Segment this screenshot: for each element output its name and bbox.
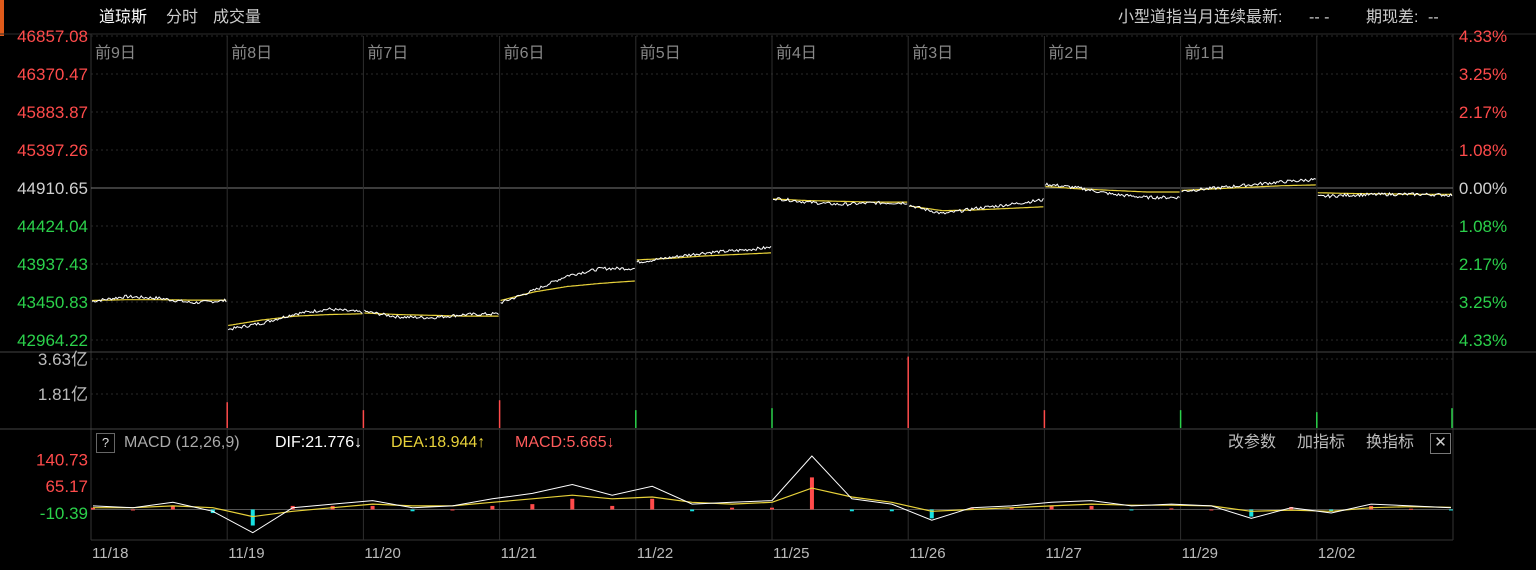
date-label: 11/25 [773, 545, 809, 562]
price-tick-label: 44910.65 [17, 179, 88, 198]
macd-histogram-bar [610, 505, 615, 510]
price-line [908, 198, 1044, 215]
percent-tick-label: 1.08% [1459, 217, 1507, 236]
macd-histogram-bar [849, 509, 854, 512]
price-line [636, 245, 772, 264]
macd-params-label: MACD (12,26,9) [124, 434, 240, 451]
date-label: 11/18 [92, 545, 128, 562]
price-tick-label: 44424.04 [17, 217, 88, 236]
macd-histogram-bar [130, 509, 135, 511]
macd-histogram-bar [690, 509, 695, 512]
switch-indicator-button[interactable]: 换指标 [1366, 432, 1414, 454]
macd-histogram-bar [410, 509, 415, 512]
macd-histogram-bar [889, 509, 894, 512]
macd-histogram-bar [530, 504, 535, 510]
macd-tick-label: 65.17 [45, 477, 88, 496]
macd-histogram-bar [1449, 509, 1453, 511]
macd-histogram-bar [450, 509, 455, 511]
date-label: 11/22 [637, 545, 673, 562]
day-label: 前1日 [1185, 44, 1226, 62]
price-line [1044, 182, 1180, 200]
date-label: 11/21 [501, 545, 537, 562]
day-label: 前8日 [231, 44, 272, 62]
macd-tick-label: -10.39 [40, 504, 88, 523]
date-label: 11/27 [1045, 545, 1081, 562]
day-label: 前4日 [776, 44, 817, 62]
percent-tick-label: 2.17% [1459, 255, 1507, 274]
date-label: 11/29 [1182, 545, 1218, 562]
average-price-line [500, 280, 635, 302]
day-label: 前5日 [640, 44, 681, 62]
price-tick-label: 45397.26 [17, 141, 88, 160]
date-label: 11/26 [909, 545, 945, 562]
percent-tick-label: 0.00% [1459, 179, 1507, 198]
close-icon[interactable]: ✕ [1430, 433, 1451, 454]
percent-tick-label: 4.33% [1459, 331, 1507, 350]
day-label: 前7日 [367, 44, 408, 62]
intraday-chart[interactable]: 46857.08 4.33% 46370.47 3.25% 45883.87 2.17% 4… [0, 0, 1536, 570]
macd-histogram-bar [370, 505, 375, 510]
date-label: 12/02 [1318, 545, 1356, 562]
day-label: 前6日 [504, 44, 545, 62]
add-indicator-button[interactable]: 加指标 [1297, 432, 1345, 454]
date-label: 11/20 [364, 545, 400, 562]
macd-dea-value: DEA:18.944↑ [391, 434, 486, 451]
macd-histogram-bar [250, 509, 255, 526]
macd-histogram-bar [490, 505, 495, 510]
macd-histogram-bar [1129, 509, 1134, 511]
price-tick-label: 43937.43 [17, 255, 88, 274]
macd-tick-label: 140.73 [36, 450, 88, 469]
day-label: 前3日 [912, 44, 953, 62]
macd-histogram-bar [650, 498, 655, 510]
percent-tick-label: 2.17% [1459, 103, 1507, 122]
macd-dif-value: DIF:21.776↓ [275, 434, 363, 451]
macd-histogram-bar [730, 507, 735, 510]
volume-tick-label: 1.81亿 [38, 385, 88, 404]
macd-histogram-bar [770, 507, 774, 510]
day-label: 前2日 [1048, 44, 1089, 62]
day-label: 前9日 [95, 44, 136, 62]
price-tick-label: 43450.83 [17, 293, 88, 312]
date-label: 11/19 [228, 545, 264, 562]
macd-histogram-bar [1169, 508, 1174, 510]
price-tick-label: 46370.47 [17, 65, 88, 84]
volume-tick-label: 3.63亿 [38, 350, 88, 369]
average-price-line [1045, 185, 1180, 193]
price-line [227, 307, 363, 331]
macd-macd-value: MACD:5.665↓ [515, 434, 615, 451]
price-tick-label: 45883.87 [17, 103, 88, 122]
average-price-line [228, 313, 363, 327]
percent-tick-label: 3.25% [1459, 293, 1507, 312]
help-icon[interactable]: ? [96, 433, 115, 453]
macd-histogram-bar [570, 498, 575, 510]
macd-histogram-bar [1209, 509, 1214, 511]
macd-histogram-bar [809, 477, 814, 510]
price-tick-label: 46857.08 [17, 27, 88, 46]
price-tick-label: 42964.22 [17, 331, 88, 350]
percent-tick-label: 1.08% [1459, 141, 1507, 160]
macd-histogram-bar [1409, 508, 1414, 510]
price-line [500, 266, 635, 305]
change-params-button[interactable]: 改参数 [1228, 432, 1276, 454]
macd-histogram-bar [1089, 505, 1094, 510]
percent-tick-label: 4.33% [1459, 27, 1507, 46]
percent-tick-label: 3.25% [1459, 65, 1507, 84]
